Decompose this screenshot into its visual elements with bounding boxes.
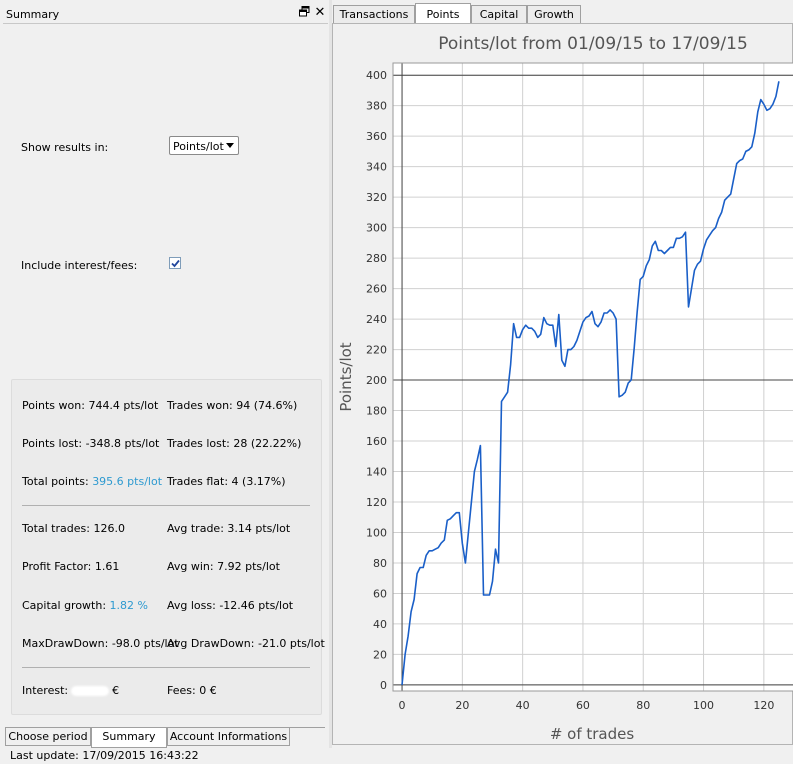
panel-title-bar: Summary ✕ [3, 5, 328, 24]
panel-title: Summary [6, 8, 60, 21]
status-bar: Last update: 17/09/2015 16:43:22 [0, 748, 793, 764]
max-drawdown: MaxDrawDown: -98.0 pts/lot [22, 637, 179, 650]
total-trades: Total trades: 126.0 [22, 522, 125, 535]
stats-box: Points won: 744.4 pts/lot Trades won: 94… [11, 379, 325, 715]
y-tick-label: 360 [366, 130, 387, 143]
x-tick-label: 40 [516, 699, 530, 712]
trades-flat: Trades flat: 4 (3.17%) [167, 475, 286, 488]
capital-growth-value: 1.82 % [109, 599, 148, 612]
last-update-text: Last update: 17/09/2015 16:43:22 [10, 749, 199, 762]
units-select[interactable]: Points/lot [169, 136, 239, 155]
y-tick-label: 340 [366, 161, 387, 174]
tab-points[interactable]: Points [415, 3, 471, 25]
x-tick-label: 60 [576, 699, 590, 712]
checkmark-icon [171, 259, 180, 268]
fees: Fees: 0 € [167, 684, 217, 697]
y-tick-label: 80 [373, 557, 387, 570]
include-interest-label: Include interest/fees: [21, 259, 138, 272]
y-tick-label: 280 [366, 252, 387, 265]
x-axis-label: # of trades [550, 725, 635, 743]
y-tick-label: 60 [373, 587, 387, 600]
chevron-down-icon [226, 143, 234, 148]
y-tick-label: 120 [366, 496, 387, 509]
interest: Interest: € [22, 684, 119, 697]
undock-icon[interactable] [297, 6, 311, 20]
capital-growth: Capital growth: 1.82 % [22, 599, 148, 612]
options-area: Show results in: Points/lot Include inte… [6, 26, 326, 376]
capital-growth-label: Capital growth: [22, 599, 110, 612]
x-tick-label: 0 [399, 699, 406, 712]
y-tick-label: 40 [373, 618, 387, 631]
trades-lost: Trades lost: 28 (22.22%) [167, 437, 302, 450]
show-results-label: Show results in: [21, 141, 109, 154]
y-tick-label: 200 [366, 374, 387, 387]
total-points: Total points: 395.6 pts/lot [22, 475, 162, 488]
tab-summary[interactable]: Summary [91, 728, 167, 748]
avg-drawdown: Avg DrawDown: -21.0 pts/lot [167, 637, 325, 650]
y-tick-label: 260 [366, 283, 387, 296]
y-tick-label: 0 [380, 679, 387, 692]
divider [22, 667, 310, 668]
chart-panel: 0 20 40 60 80 100 120 140 160 180 200 220 240 260 280 3… [332, 23, 793, 745]
y-tick-label: 180 [366, 405, 387, 418]
bottom-tab-bar: Choose period Summary Account Informatio… [5, 727, 325, 748]
trades-won: Trades won: 94 (74.6%) [167, 399, 298, 412]
y-tick-label: 300 [366, 222, 387, 235]
y-tick-label: 160 [366, 435, 387, 448]
redacted-value [71, 686, 110, 696]
tab-growth[interactable]: Growth [527, 5, 581, 24]
y-tick-label: 100 [366, 526, 387, 539]
points-chart: 0204060801001201401601802002202402602803… [337, 34, 793, 743]
chart-title: Points/lot from 01/09/15 to 17/09/15 [438, 34, 748, 54]
plot-area [393, 63, 793, 691]
y-tick-label: 20 [373, 648, 387, 661]
interest-label: Interest: [22, 684, 69, 697]
x-tick-label: 100 [693, 699, 714, 712]
avg-win: Avg win: 7.92 pts/lot [167, 560, 280, 573]
avg-loss: Avg loss: -12.46 pts/lot [167, 599, 294, 612]
tab-account-informations[interactable]: Account Informations [167, 728, 290, 746]
total-points-value: 395.6 pts/lot [92, 475, 163, 488]
tab-choose-period[interactable]: Choose period [5, 728, 91, 746]
points-won: Points won: 744.4 pts/lot [22, 399, 159, 412]
include-interest-checkbox[interactable] [169, 257, 181, 269]
interest-unit: € [112, 684, 120, 697]
profit-factor: Profit Factor: 1.61 [22, 560, 120, 573]
y-tick-label: 320 [366, 191, 387, 204]
divider [22, 505, 310, 506]
y-axis-label: Points/lot [337, 342, 355, 411]
avg-trade: Avg trade: 3.14 pts/lot [167, 522, 291, 535]
tab-transactions[interactable]: Transactions [333, 5, 415, 24]
y-tick-label: 220 [366, 344, 387, 357]
y-tick-label: 400 [366, 69, 387, 82]
top-tab-bar: Transactions Points Capital Growth [333, 3, 793, 25]
tab-capital[interactable]: Capital [471, 5, 527, 24]
total-points-label: Total points: [22, 475, 93, 488]
x-tick-label: 120 [753, 699, 774, 712]
summary-panel: Summary ✕ Show results in: Points/lot In… [0, 0, 330, 748]
x-tick-label: 20 [455, 699, 469, 712]
points-lost: Points lost: -348.8 pts/lot [22, 437, 160, 450]
units-select-value: Points/lot [173, 140, 224, 153]
x-tick-label: 80 [636, 699, 650, 712]
close-icon[interactable]: ✕ [313, 6, 327, 20]
y-tick-label: 140 [366, 466, 387, 479]
y-tick-label: 380 [366, 100, 387, 113]
y-tick-label: 240 [366, 313, 387, 326]
